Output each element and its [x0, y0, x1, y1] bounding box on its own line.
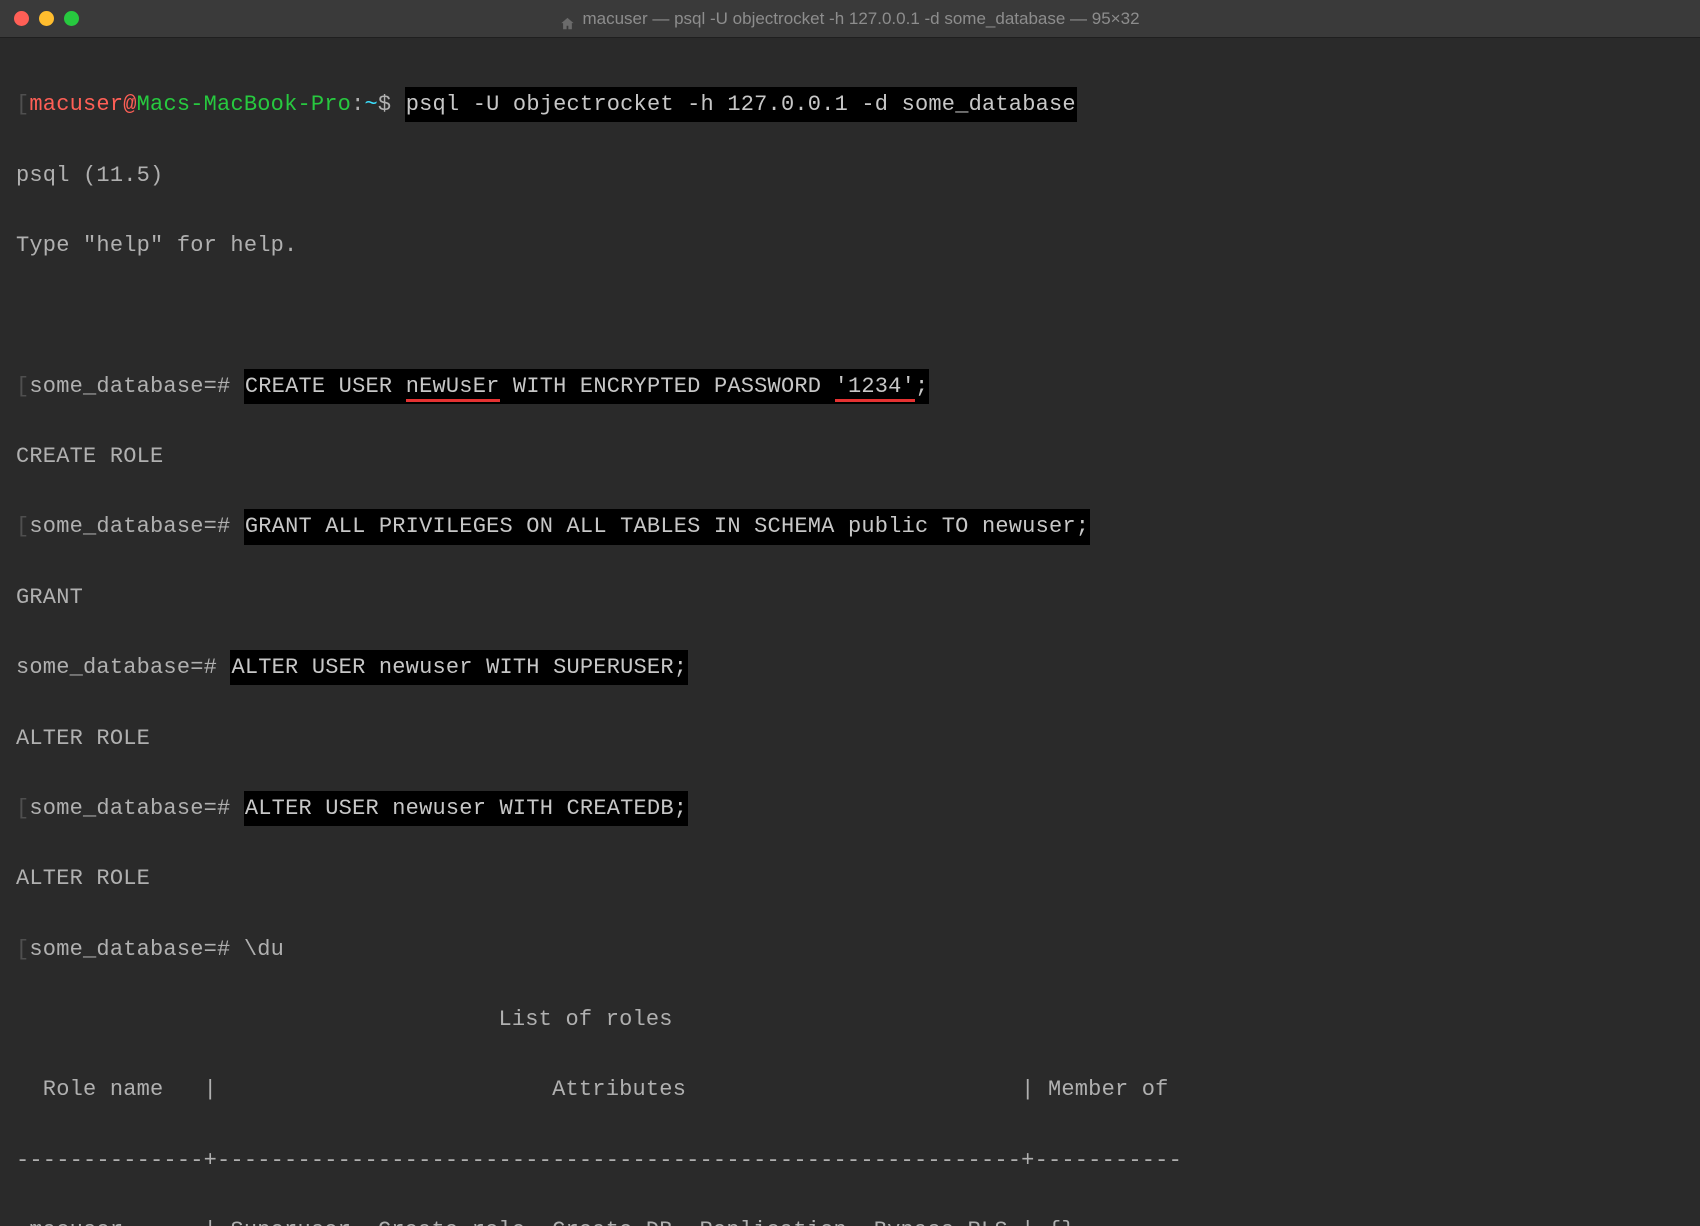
window-title: macuser — psql -U objectrocket -h 127.0.… — [560, 5, 1139, 32]
resp-create-role: CREATE ROLE — [16, 439, 1684, 474]
psql-version: psql (11.5) — [16, 158, 1684, 193]
roles-columns-1: Role name | Attributes | Member of — [16, 1072, 1684, 1107]
roles-title-1: List of roles — [16, 1002, 1684, 1037]
terminal-body[interactable]: [macuser@Macs-MacBook-Pro:~$ psql -U obj… — [0, 38, 1700, 1226]
close-icon[interactable] — [14, 11, 29, 26]
psql-help-line: Type "help" for help. — [16, 228, 1684, 263]
shell-command: psql -U objectrocket -h 127.0.0.1 -d som… — [405, 87, 1077, 122]
minimize-icon[interactable] — [39, 11, 54, 26]
shell-prompt-line: [macuser@Macs-MacBook-Pro:~$ psql -U obj… — [16, 87, 1684, 122]
maximize-icon[interactable] — [64, 11, 79, 26]
roles1-row-macuser: macuser | Superuser, Create role, Create… — [16, 1213, 1684, 1226]
traffic-lights — [14, 11, 79, 26]
sql-alter-createdb: [some_database=# ALTER USER newuser WITH… — [16, 791, 1684, 826]
prompt-host: Macs-MacBook-Pro — [137, 92, 351, 117]
blank-line — [16, 298, 1684, 333]
home-icon — [560, 12, 574, 26]
resp-alter-role-1: ALTER ROLE — [16, 721, 1684, 756]
resp-grant: GRANT — [16, 580, 1684, 615]
resp-alter-role-2: ALTER ROLE — [16, 861, 1684, 896]
sql-alter-superuser: some_database=# ALTER USER newuser WITH … — [16, 650, 1684, 685]
prompt-path: ~ — [364, 92, 377, 117]
sql-grant: [some_database=# GRANT ALL PRIVILEGES ON… — [16, 509, 1684, 544]
sql-create-user: [some_database=# CREATE USER nEwUsEr WIT… — [16, 369, 1684, 404]
window-title-text: macuser — psql -U objectrocket -h 127.0.… — [582, 5, 1139, 32]
prompt-user: macuser — [29, 92, 123, 117]
roles-divider-1: --------------+-------------------------… — [16, 1143, 1684, 1178]
window-titlebar: macuser — psql -U objectrocket -h 127.0.… — [0, 0, 1700, 38]
sql-du-1: [some_database=# \du — [16, 932, 1684, 967]
